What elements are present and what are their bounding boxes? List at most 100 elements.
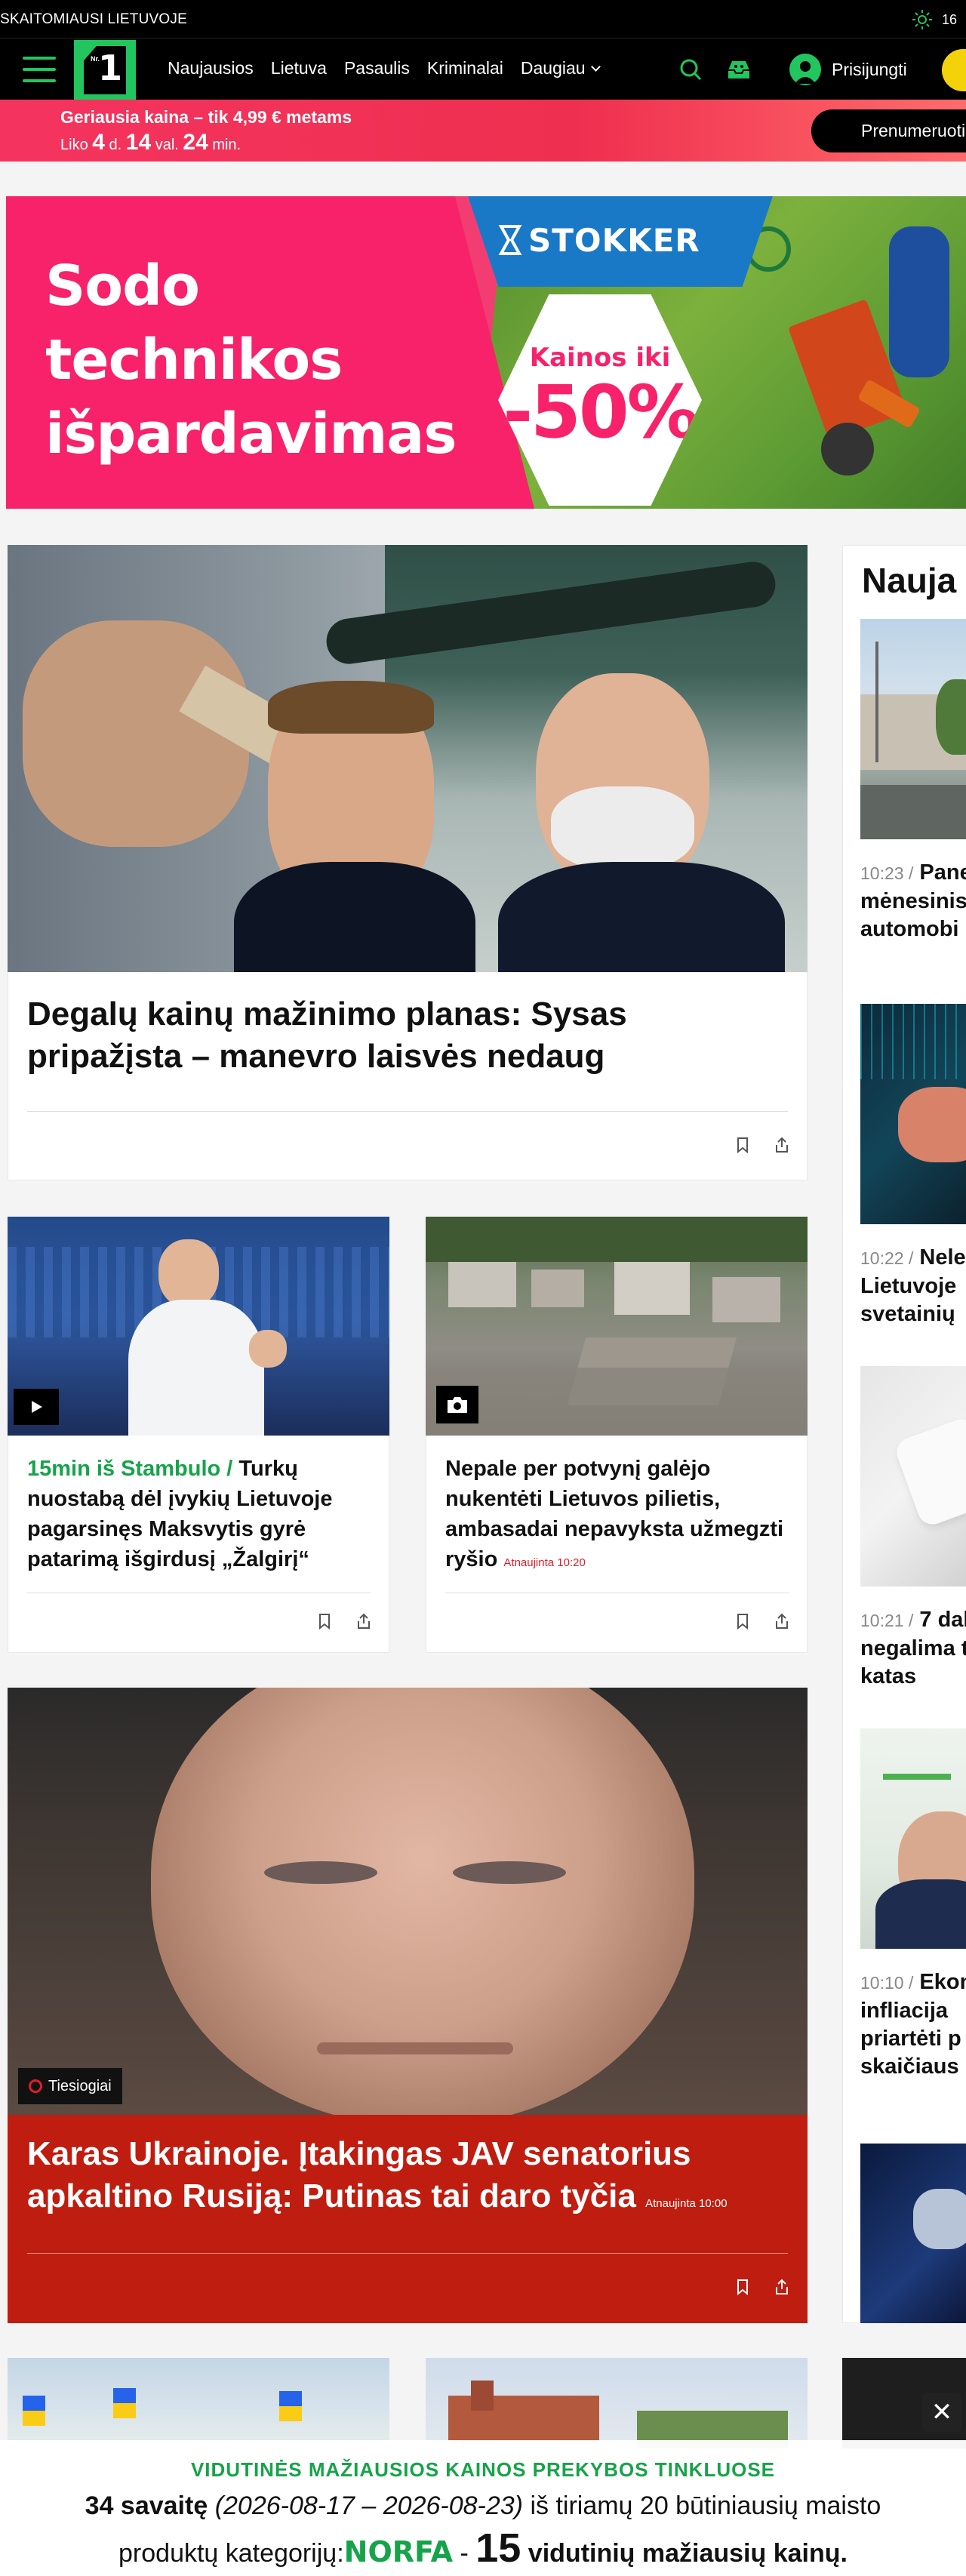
article-image-nepal[interactable] — [426, 1217, 808, 1436]
bottom-ad-line2: 34 savaitę (2026-08-17 – 2026-08-23) iš … — [0, 2491, 966, 2521]
inbox-icon[interactable] — [724, 55, 753, 84]
discount-label: Kainos iki — [529, 343, 671, 373]
stokker-logo: STOKKER — [468, 196, 773, 287]
login-button[interactable]: Prisijungti — [789, 54, 907, 85]
nav-more-dropdown[interactable]: Daugiau — [520, 58, 601, 78]
user-icon — [789, 54, 821, 85]
close-icon[interactable]: ✕ — [922, 2393, 961, 2432]
share-icon[interactable] — [355, 1612, 373, 1630]
ad-headline: Sodo technikos išpardavimas — [45, 249, 457, 471]
subscription-promo-bar: Geriausia kaina – tik 4,99 € metams Liko… — [0, 100, 966, 162]
article-image-flags[interactable] — [8, 2358, 389, 2448]
hero-article-title[interactable]: Degalų kainų mažinimo planas: Sysas prip… — [27, 993, 782, 1078]
stokker-icon — [498, 225, 522, 255]
login-label: Prisijungti — [832, 59, 907, 79]
sidebar-image-2[interactable] — [860, 1004, 966, 1224]
countdown-hours-unit: val. — [155, 137, 179, 153]
sidebar-item-3-time: 10:21 / — [860, 1611, 914, 1630]
sidebar-image-4[interactable] — [860, 1728, 966, 1949]
search-icon[interactable] — [676, 55, 705, 84]
nav-link-naujausios[interactable]: Naujausios — [168, 58, 254, 78]
countdown-minutes-unit: min. — [212, 137, 242, 153]
live-article-updated: Atnaujinta 10:00 — [645, 2197, 728, 2210]
nav-link-lietuva[interactable]: Lietuva — [271, 58, 327, 78]
live-divider — [27, 2253, 788, 2254]
weather-widget[interactable]: 16 — [912, 9, 957, 30]
hero-article-image[interactable] — [8, 545, 808, 972]
discount-value: -50% — [503, 370, 700, 454]
nav-link-kriminalai[interactable]: Kriminalai — [427, 58, 503, 78]
live-article-image[interactable] — [8, 1688, 808, 2115]
article-updated-nepal: Atnaujinta 10:20 — [503, 1556, 586, 1569]
bookmark-icon[interactable] — [315, 1612, 334, 1630]
sidebar-item-3[interactable]: 10:21 / 7 dal negalima tikra katas — [860, 1606, 966, 1691]
countdown-days: 4 — [92, 130, 105, 155]
sidebar-item-2-time: 10:22 / — [860, 1248, 914, 1268]
sidebar-time-2: 10:22 — [860, 1248, 904, 1268]
sidebar-image-3[interactable] — [860, 1366, 966, 1587]
sidebar-image-5[interactable] — [860, 2144, 966, 2323]
countdown-minutes: 24 — [183, 130, 208, 155]
ad-headline-line1: Sodo — [45, 254, 200, 319]
live-article-title[interactable]: Karas Ukrainoje. Įtakingas JAV senatoriu… — [27, 2133, 797, 2225]
sidebar-item-4-time: 10:10 / — [860, 1973, 914, 1993]
bottom-sticky-ad[interactable]: VIDUTINĖS MAŽIAUSIOS KAINOS PREKYBOS TIN… — [0, 2440, 966, 2576]
live-badge-label: Tiesiogiai — [48, 2077, 112, 2094]
card2-actions — [734, 1612, 791, 1630]
play-icon — [32, 1401, 42, 1413]
article-title-nepal[interactable]: Nepale per potvynį galėjo nukentėti Liet… — [445, 1454, 792, 1578]
top-bar: SKAITOMIAUSI LIETUVOJE 16 — [0, 0, 966, 38]
sidebar-item-2[interactable]: 10:22 / Nele Lietuvoje svetainių — [860, 1244, 966, 1328]
sidebar-item-1[interactable]: 10:23 / Pane mėnesinis automobi — [860, 859, 966, 943]
gallery-badge — [436, 1386, 478, 1423]
promo-countdown: Liko 4 d. 14 val. 24 min. — [60, 130, 241, 155]
sidebar-heading: Nauja — [862, 561, 957, 600]
live-dot-icon — [29, 2079, 42, 2093]
norfa-logo: NORFA — [343, 2535, 454, 2568]
share-icon[interactable] — [773, 1612, 791, 1630]
share-icon[interactable] — [773, 2278, 791, 2296]
promo-headline: Geriausia kaina – tik 4,99 € metams — [60, 107, 352, 127]
sidebar-image-1[interactable] — [860, 619, 966, 839]
bookmark-icon[interactable] — [734, 1612, 752, 1630]
bookmark-icon[interactable] — [734, 1136, 752, 1154]
hero-divider — [27, 1111, 788, 1112]
main-nav: Nr. 1 Naujausios Lietuva Pasaulis Krimin… — [0, 38, 966, 100]
site-slogan: SKAITOMIAUSI LIETUVOJE — [0, 11, 187, 27]
bookmark-icon[interactable] — [734, 2278, 752, 2296]
bottom-ad-dash: - — [460, 2539, 469, 2568]
live-badge: Tiesiogiai — [18, 2068, 122, 2104]
countdown-days-unit: d. — [109, 137, 122, 153]
video-badge — [14, 1389, 59, 1425]
countdown-hours: 14 — [125, 130, 152, 155]
bottom-ad-headline: VIDUTINĖS MAŽIAUSIOS KAINOS PREKYBOS TIN… — [190, 2458, 776, 2481]
bottom-ad-range: (2026-08-17 – 2026-08-23) — [214, 2491, 523, 2520]
live-article-title-text: Karas Ukrainoje. Įtakingas JAV senatoriu… — [27, 2135, 691, 2214]
bottom-ad-line3-suffix: vidutinių mažiausių kainų. — [528, 2539, 848, 2568]
nav-links: Naujausios Lietuva Pasaulis Kriminalai D… — [168, 58, 617, 78]
article-image-basketball[interactable] — [8, 1217, 389, 1436]
article-image-castle[interactable] — [426, 2358, 808, 2448]
premium-button[interactable] — [942, 49, 966, 91]
article-title-nepal-text: Nepale per potvynį galėjo nukentėti Liet… — [445, 1457, 784, 1571]
temperature: 16 — [942, 11, 958, 27]
sidebar-time-1: 10:23 — [860, 863, 904, 883]
bottom-ad-line2-rest: iš tiriamų 20 būtiniausių maisto — [530, 2491, 881, 2520]
nav-link-pasaulis[interactable]: Pasaulis — [344, 58, 410, 78]
share-icon[interactable] — [773, 1136, 791, 1154]
menu-icon[interactable] — [23, 57, 56, 82]
site-logo[interactable]: Nr. 1 — [74, 40, 136, 100]
stokker-brand-name: STOKKER — [528, 222, 700, 259]
sidebar-item-4[interactable]: 10:10 / Ekon infliacija priartėti p skai… — [860, 1968, 966, 2081]
bottom-ad-week: 34 savaitę — [85, 2491, 208, 2520]
countdown-prefix: Liko — [60, 137, 88, 153]
sidebar-item-1-time: 10:23 / — [860, 863, 914, 883]
bottom-ad-line3-prefix: produktų kategorijų: — [118, 2539, 344, 2568]
subscribe-button[interactable]: Prenumeruoti — [811, 109, 966, 152]
article-title-basketball[interactable]: 15min iš Stambulo / Turkų nuostabą dėl į… — [27, 1454, 374, 1574]
nav-more-label: Daugiau — [520, 58, 586, 78]
ad-banner[interactable]: Sodo technikos išpardavimas STOKKER Kain… — [6, 196, 966, 509]
live-actions — [734, 2278, 791, 2296]
sidebar-time-4: 10:10 — [860, 1973, 904, 1993]
hero-actions — [734, 1136, 791, 1154]
